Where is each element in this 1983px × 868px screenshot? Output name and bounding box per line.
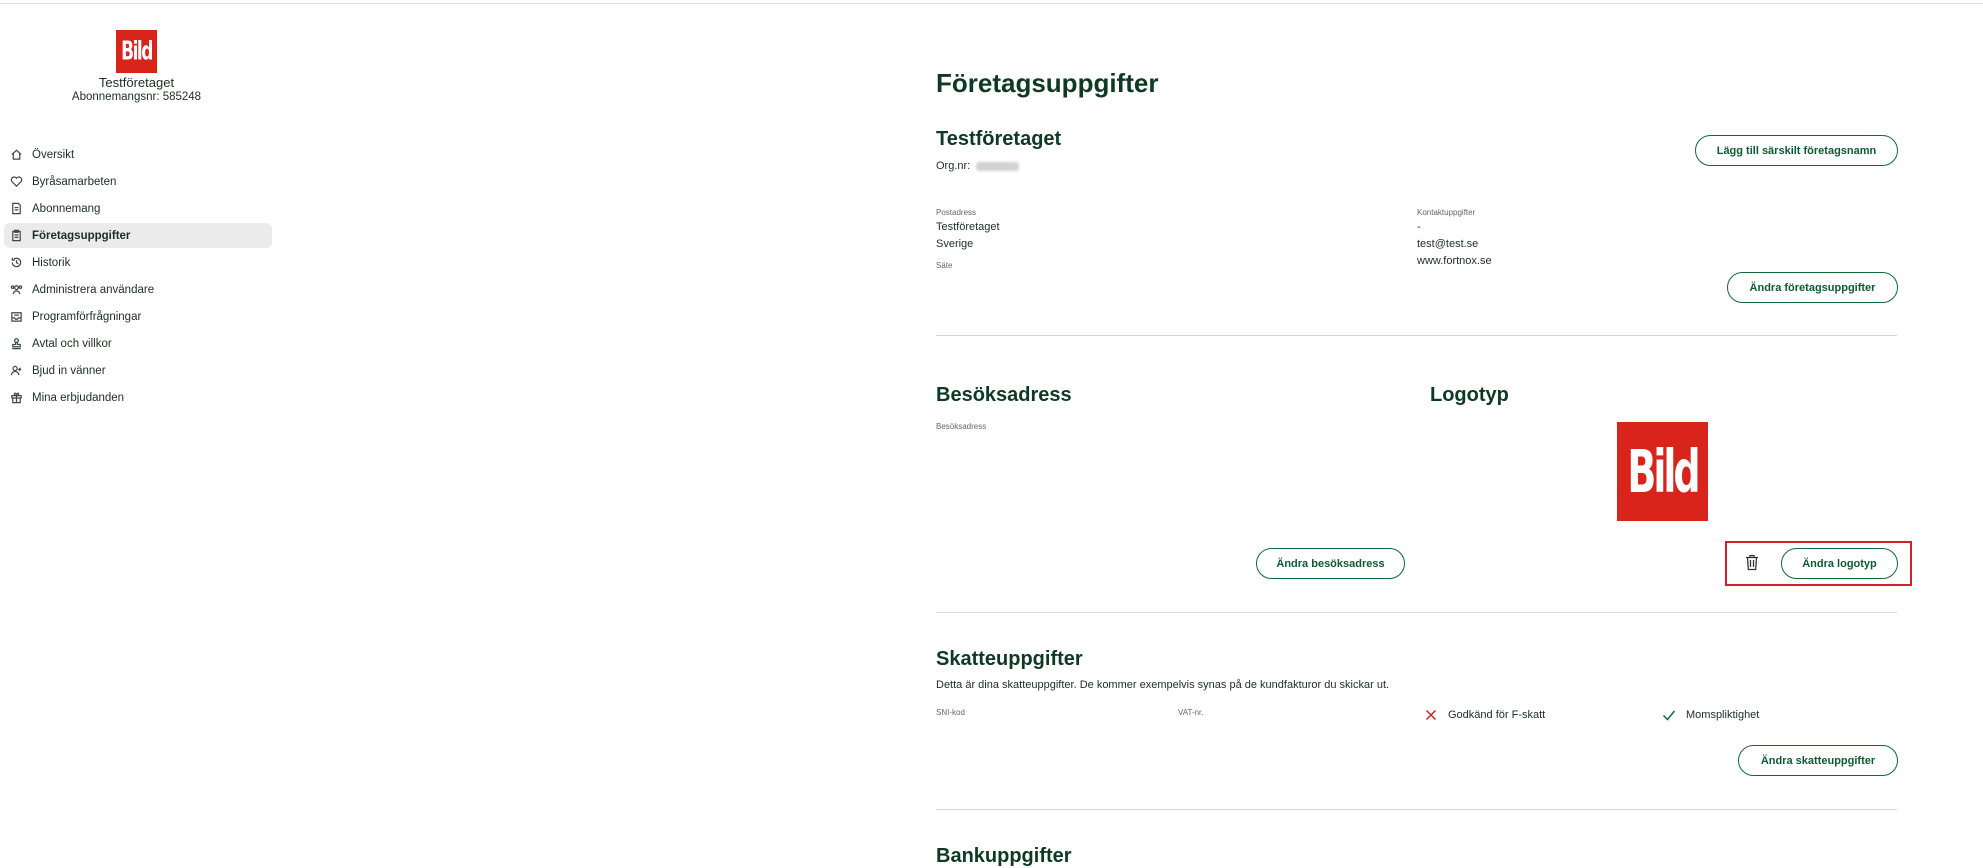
postal-label: Postadress: [936, 208, 977, 217]
sidebar-item-label: Bjud in vänner: [32, 364, 106, 377]
sidebar-item-label: Abonnemang: [32, 202, 101, 215]
sidebar-item-label: Mina erbjudanden: [32, 391, 125, 404]
main-content: Företagsuppgifter Testföretaget Org.nr: …: [936, 0, 1912, 868]
contact-website: www.fortnox.se: [1417, 255, 1492, 267]
sidebar-nav: Översikt Byråsamarbeten Abonnemang Föret…: [4, 142, 272, 412]
trash-icon[interactable]: [1744, 554, 1762, 572]
postal-line: Sverige: [936, 238, 974, 250]
sidebar-item-foretagsuppgifter[interactable]: Företagsuppgifter: [4, 223, 272, 248]
contact-line: -: [1417, 221, 1421, 233]
cross-icon: [1425, 709, 1437, 721]
sidebar-item-label: Översikt: [32, 148, 75, 161]
page-title: Företagsuppgifter: [936, 68, 1159, 98]
sidebar-item-mina-erbjudanden[interactable]: Mina erbjudanden: [4, 385, 272, 410]
tax-description: Detta är dina skatteuppgifter. De kommer…: [936, 679, 1390, 691]
subscription-number: Abonnemangsnr: 585248: [71, 91, 202, 103]
sidebar-item-abonnemang[interactable]: Abonnemang: [4, 196, 272, 221]
sidebar-item-oversikt[interactable]: Översikt: [4, 142, 272, 167]
org-number-label: Org.nr:: [936, 160, 971, 172]
sidebar: Bild Testföretaget Abonnemangsnr: 585248…: [0, 0, 280, 868]
users-icon: [9, 283, 23, 297]
section-divider: [936, 809, 1897, 810]
add-company-name-button[interactable]: Lägg till särskilt företagsnamn: [1695, 135, 1898, 166]
contact-email: test@test.se: [1417, 238, 1479, 250]
sidebar-item-label: Företagsuppgifter: [32, 229, 131, 242]
inbox-icon: [9, 310, 23, 324]
user-plus-icon: [9, 364, 23, 378]
f-tax-status: Godkänd för F-skatt: [1424, 708, 1545, 722]
bank-heading: Bankuppgifter: [936, 845, 1072, 867]
edit-company-info-button[interactable]: Ändra företagsuppgifter: [1727, 272, 1898, 303]
company-name: Testföretaget: [98, 75, 175, 90]
sni-label: SNI-kod: [936, 708, 965, 717]
company-logo-image: Bild: [1617, 422, 1708, 521]
company-heading: Testföretaget: [936, 128, 1062, 150]
seat-label: Säte: [936, 261, 953, 270]
sidebar-item-byrasamarbeten[interactable]: Byråsamarbeten: [4, 169, 272, 194]
sidebar-item-label: Programförfrågningar: [32, 310, 142, 323]
redacted-value: [976, 161, 1020, 171]
gift-icon: [9, 391, 23, 405]
logo-heading: Logotyp: [1430, 384, 1509, 406]
stamp-icon: [9, 337, 23, 351]
check-icon: [1662, 710, 1676, 721]
vat-label: VAT-nr.: [1178, 708, 1204, 717]
contact-label: Kontaktuppgifter: [1417, 208, 1476, 217]
f-tax-label: Godkänd för F-skatt: [1448, 709, 1546, 721]
edit-logo-button[interactable]: Ändra logotyp: [1781, 548, 1898, 579]
org-number: Org.nr:: [936, 160, 1020, 172]
company-logo: Bild: [116, 30, 157, 73]
postal-line: Testföretaget: [936, 221, 1000, 233]
sidebar-item-programforfragningar[interactable]: Programförfrågningar: [4, 304, 272, 329]
tax-heading: Skatteuppgifter: [936, 648, 1083, 670]
edit-visit-address-button[interactable]: Ändra besöksadress: [1256, 548, 1405, 579]
section-divider: [936, 612, 1897, 613]
visit-address-label: Besöksadress: [936, 422, 987, 431]
sidebar-item-label: Historik: [32, 256, 71, 269]
document-icon: [9, 202, 23, 216]
sidebar-item-administrera-anvandare[interactable]: Administrera användare: [4, 277, 272, 302]
sidebar-item-bjud-in-vanner[interactable]: Bjud in vänner: [4, 358, 272, 383]
heart-icon: [9, 175, 23, 189]
sidebar-item-label: Avtal och villkor: [32, 337, 112, 350]
vat-registered-label: Momspliktighet: [1686, 709, 1760, 721]
home-icon: [9, 148, 23, 162]
edit-tax-info-button[interactable]: Ändra skatteuppgifter: [1738, 745, 1898, 776]
section-divider: [936, 335, 1897, 336]
sidebar-item-historik[interactable]: Historik: [4, 250, 272, 275]
sidebar-item-label: Byråsamarbeten: [32, 175, 117, 188]
vat-status: Momspliktighet: [1662, 708, 1759, 722]
sidebar-item-avtal-och-villkor[interactable]: Avtal och villkor: [4, 331, 272, 356]
history-icon: [9, 256, 23, 270]
clipboard-icon: [9, 229, 23, 243]
sidebar-item-label: Administrera användare: [32, 283, 155, 296]
visit-address-heading: Besöksadress: [936, 384, 1072, 406]
